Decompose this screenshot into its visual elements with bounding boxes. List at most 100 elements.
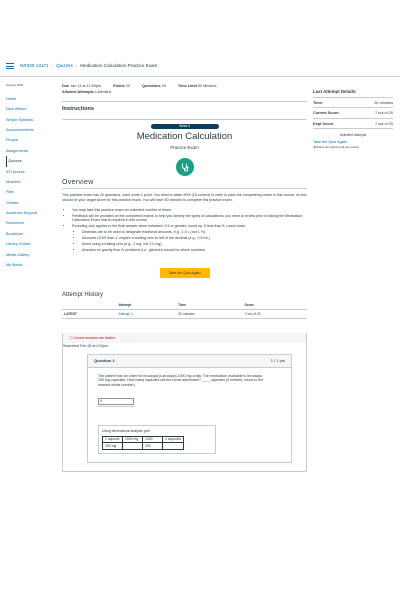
attempt-time: 30 minutes — [176, 309, 243, 319]
detail-row-time: Time: 30 minutes — [313, 98, 393, 109]
course-nav: January 2022 Home New Webex Simple Sylla… — [6, 83, 62, 270]
sidebar-item-assignments[interactable]: Assignments — [6, 146, 62, 156]
column-header: Score — [242, 301, 307, 311]
sidebar-item-library-guides[interactable]: Library Guides — [6, 239, 62, 249]
grid-cell: 4 capsules — [161, 435, 185, 444]
sidebar-item-media-gallery[interactable]: Media Gallery — [6, 250, 62, 260]
sidebar-item-grades[interactable]: Grades — [6, 198, 62, 208]
grid-cell: 1000 — [142, 435, 163, 444]
banner-icon-wrap — [62, 157, 307, 176]
answer-field-underline — [98, 406, 134, 408]
sidebar-item-academic-support[interactable]: Academic Support — [6, 208, 62, 218]
rounding-sub-list: Decimals are to be used to designate fra… — [72, 230, 307, 252]
questions-meta: Questions 20 — [142, 84, 166, 88]
stethoscope-icon — [175, 157, 194, 176]
take-quiz-again-button[interactable]: Take the Quiz Again — [159, 268, 210, 279]
overview-paragraph: This practice exam has 20 questions, eac… — [62, 192, 307, 202]
sidebar-item-bookstore[interactable]: Bookstore — [6, 229, 62, 239]
overview-heading: Overview — [62, 178, 94, 186]
list-item: Feedback will be provided on the complet… — [72, 214, 307, 224]
results-panel: ⓘ Correct answers are hidden. Submitted … — [62, 332, 307, 472]
grid-cell: 1 capsule — [102, 435, 123, 444]
due-meta: Due Jan 11 at 11:59pm — [62, 84, 102, 88]
question-header: Question 1 1 / 1 pts — [88, 355, 291, 368]
grid-cell: 1000 mg — [122, 435, 143, 444]
dimensional-analysis-grid: 1 capsule 1000 mg 1000 4 capsules 250 mg… — [102, 435, 185, 450]
attempt-link[interactable]: Attempt 1 — [119, 312, 134, 316]
attempts-meta: Allowed Attempts Unlimited — [62, 90, 111, 95]
list-item: Rounding only applies to the final answe… — [72, 224, 307, 252]
sidebar-item-my-media[interactable]: My Media — [6, 260, 62, 270]
breadcrumb-current: Medication Calculation Practice Exam — [80, 63, 158, 68]
detail-row-kept-score: Kept Score: 7 out of 20 — [313, 119, 393, 130]
table-row: LATEST Attempt 1 30 minutes 7 out of 20 — [62, 309, 307, 319]
list-item: Decimals are to be used to designate fra… — [82, 230, 307, 235]
grid-cell — [161, 442, 185, 450]
question-title: Question 1 — [94, 358, 115, 364]
quiz-meta-row: Due Jan 11 at 11:59pm Points 20 Question… — [62, 84, 307, 89]
breadcrumb: NR330-13171 › Quizzes › Medication Calcu… — [6, 63, 158, 70]
attempt-details-panel: Last Attempt Details: Time: 30 minutes Cu… — [313, 84, 393, 149]
column-header: Attempt — [116, 301, 177, 311]
breadcrumb-quizzes[interactable]: Quizzes — [56, 63, 73, 69]
grid-label: Using dimensional analysis grid — [102, 429, 150, 434]
kept-score-note: (Will keep the highest of all your score… — [313, 145, 359, 149]
breadcrumb-course[interactable]: NR330-13171 — [20, 63, 49, 69]
divider — [62, 101, 307, 103]
sidebar-item-files[interactable]: Files — [6, 187, 62, 197]
list-item: Avoid using a trailing zero (e.g., 2 mg,… — [82, 242, 307, 247]
latest-tag: LATEST — [62, 309, 117, 319]
column-header — [62, 301, 117, 311]
grid-cell — [122, 442, 143, 450]
sidebar-item-home[interactable]: Home — [6, 94, 62, 104]
time-limit-meta: Time Limit 50 Minutes — [177, 84, 217, 88]
table-row: 250 mg 250 — [102, 442, 185, 450]
table-header-row: Attempt Time Score — [62, 301, 307, 311]
top-bar: NR330-13171 › Quizzes › Medication Calcu… — [0, 0, 400, 80]
week-badge: Week 5 — [150, 123, 219, 129]
sidebar-item-new-webex[interactable]: New Webex — [6, 104, 62, 114]
dimensional-analysis-panel: Using dimensional analysis grid 1 capsul… — [98, 425, 216, 454]
question-body: The patient has an order for levodopa (L… — [88, 368, 291, 462]
attempt-history-table: Attempt Time Score LATEST Attempt 1 30 m… — [62, 301, 307, 319]
instructions-heading: Instructions — [62, 106, 95, 113]
quiz-subtitle: Practice Exam — [170, 144, 199, 150]
answers-hidden-notice: ⓘ Correct answers are hidden. — [63, 332, 306, 344]
take-quiz-again-link[interactable]: Take the Quiz Again — [313, 140, 393, 145]
sidebar-date-note: January 2022 — [6, 83, 23, 87]
column-header: Time — [176, 301, 243, 311]
attempt-details-title: Last Attempt Details: — [313, 89, 357, 94]
unlimited-attempts-label: Unlimited Attempts — [339, 133, 367, 138]
divider — [62, 118, 307, 120]
sidebar-item-announcements[interactable]: Announcements — [6, 125, 62, 135]
question-card: Question 1 1 / 1 pts The patient has an … — [87, 354, 292, 463]
grid-cell: 250 mg — [102, 442, 123, 450]
sidebar-item-quizzes[interactable]: Quizzes — [6, 156, 62, 167]
list-item: You may take this practice exam an unlim… — [72, 208, 307, 213]
sidebar-item-simple-syllabus[interactable]: Simple Syllabus — [6, 115, 62, 125]
quiz-main: Due Jan 11 at 11:59pm Points 20 Question… — [62, 84, 307, 472]
sidebar-item-modules[interactable]: Modules — [6, 177, 62, 187]
sidebar-item-ati-access[interactable]: ATI Access — [6, 167, 62, 177]
divider — [62, 187, 307, 189]
points-meta: Points 20 — [113, 84, 131, 88]
sidebar-item-resources[interactable]: Resources — [6, 218, 62, 228]
detail-row-current-score: Current Score: 7 out of 20 — [313, 108, 393, 119]
top-divider — [0, 76, 400, 77]
sidebar-item-people[interactable]: People — [6, 135, 62, 145]
attempt-score: 7 out of 20 — [242, 309, 307, 319]
quiz-title: Medication Calculation — [136, 130, 233, 142]
attempt-history-heading: Attempt History — [62, 292, 104, 299]
breadcrumb-separator: › — [51, 63, 54, 68]
breadcrumb-separator: › — [75, 63, 78, 68]
question-points: 1 / 1 pts — [270, 358, 285, 364]
hamburger-menu-icon[interactable] — [6, 63, 14, 70]
list-item: Answers for gravity flow IV problems (i.… — [82, 248, 307, 253]
grid-cell: 250 — [142, 442, 163, 450]
submitted-timestamp: Submitted Feb 28 at 2:52pm — [63, 344, 109, 349]
table-row: 1 capsule 1000 mg 1000 4 capsules — [102, 435, 185, 444]
answer-field: 4 — [98, 398, 134, 406]
question-text: The patient has an order for levodopa (L… — [98, 373, 264, 388]
rules-list: You may take this practice exam an unlim… — [62, 208, 307, 253]
list-item: Amounts LESS than 1, require a leading z… — [82, 236, 307, 241]
